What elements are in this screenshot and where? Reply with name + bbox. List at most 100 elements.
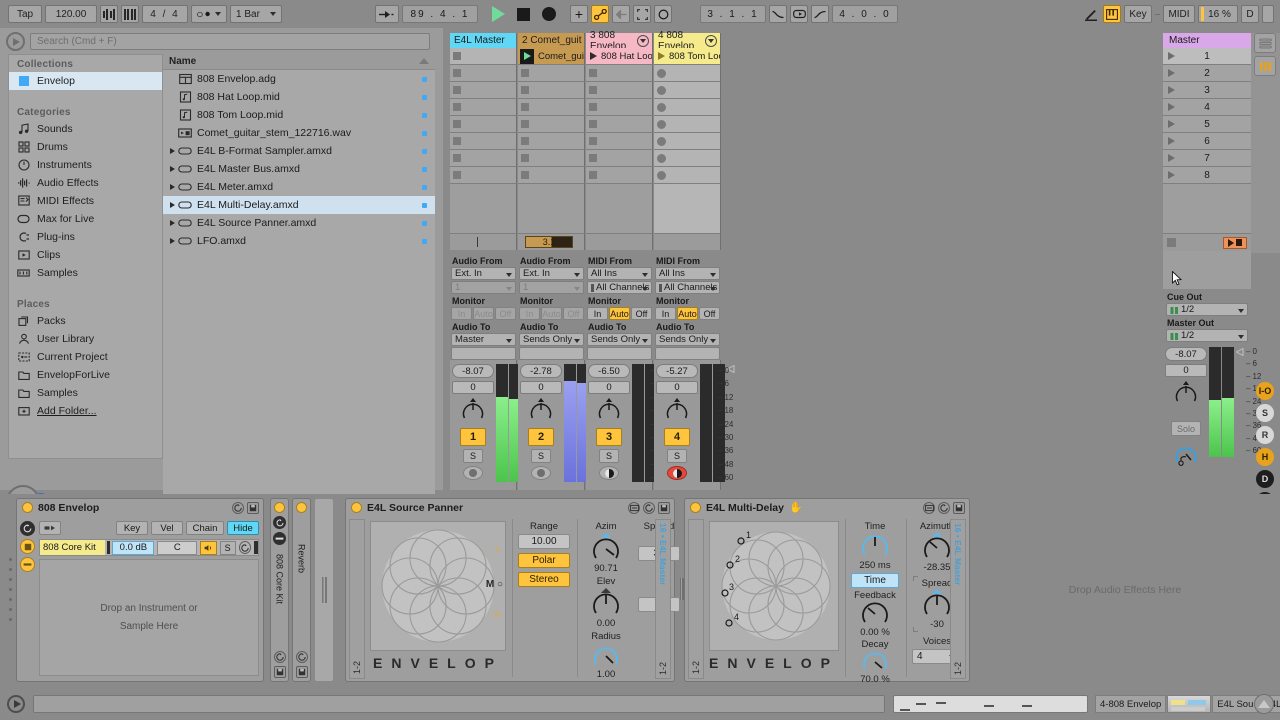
midi-map-button[interactable]: MIDI [1163, 5, 1195, 23]
device-input-routing[interactable]: 1-2 [688, 519, 704, 679]
hot-swap-icon[interactable] [643, 502, 655, 514]
clip-slot[interactable] [586, 150, 653, 167]
status-preview-play-icon[interactable] [7, 695, 25, 713]
scene-play-icon[interactable] [1168, 120, 1175, 128]
follow-arrow-icon[interactable] [375, 5, 399, 23]
sidebar-item-samples[interactable]: Samples [9, 264, 162, 282]
scene-play-icon[interactable] [1168, 171, 1175, 179]
clip-slot[interactable] [586, 116, 653, 133]
stop-clip-icon[interactable] [453, 171, 461, 179]
solo-button[interactable]: S [463, 449, 483, 463]
stop-clip-icon[interactable] [453, 120, 461, 128]
record-clip-icon[interactable] [657, 102, 666, 112]
track-stop-button[interactable] [586, 234, 653, 250]
monitor-in-button[interactable]: In [587, 307, 608, 320]
azim-knob[interactable] [583, 533, 629, 563]
scene-launch[interactable]: 8 [1163, 167, 1251, 184]
clip-slot[interactable] [654, 167, 721, 184]
rack-scroll-area[interactable] [314, 498, 334, 682]
sidebar-item-plugins[interactable]: Plug-ins [9, 228, 162, 246]
volume-display[interactable]: -8.07 [452, 364, 494, 378]
stop-clip-icon[interactable] [521, 103, 529, 111]
delay-toggle-button[interactable]: D [1256, 470, 1274, 488]
arm-button[interactable] [463, 466, 483, 480]
clip-slot[interactable] [450, 116, 517, 133]
save-preset-icon[interactable] [295, 666, 308, 678]
clip-slot[interactable] [518, 167, 585, 184]
expand-triangle-icon[interactable] [167, 148, 177, 154]
scene-launch[interactable]: 4 [1163, 99, 1251, 116]
scene-launch[interactable]: 7 [1163, 150, 1251, 167]
clip-slot[interactable] [654, 150, 721, 167]
pan-knob[interactable] [528, 397, 554, 423]
expand-icon[interactable] [923, 502, 935, 514]
master-pan-display[interactable]: 0 [1165, 364, 1207, 377]
clip-play-button[interactable] [520, 48, 534, 64]
device-title-bar[interactable]: E4L Source Panner [346, 499, 674, 516]
record-clip-icon[interactable] [657, 153, 666, 163]
arm-button[interactable] [667, 466, 687, 480]
stop-clip-icon[interactable] [521, 120, 529, 128]
macro-icon[interactable] [273, 516, 286, 529]
clip-slot[interactable] [586, 82, 653, 99]
clip-slot[interactable] [450, 133, 517, 150]
chain-scroll-handle[interactable] [254, 541, 258, 554]
audio-to-channel-dropdown[interactable] [655, 347, 720, 360]
device-power-led[interactable] [296, 502, 307, 513]
key-map-button[interactable]: Key [1124, 5, 1152, 23]
monitor-auto-button[interactable]: Auto [677, 307, 698, 320]
stop-clip-icon[interactable] [521, 137, 529, 145]
clip-slot[interactable] [450, 48, 517, 65]
feedback-knob[interactable] [851, 601, 899, 627]
clip-slot[interactable] [586, 133, 653, 150]
stop-clip-icon[interactable] [453, 86, 461, 94]
back-to-arrangement-button[interactable] [612, 5, 630, 23]
hot-swap-icon[interactable] [273, 651, 286, 663]
stop-clip-icon[interactable] [453, 52, 461, 60]
track-header[interactable]: 2 Comet_guit [518, 33, 585, 48]
clip-slot[interactable] [586, 99, 653, 116]
clip-play-button[interactable] [658, 52, 665, 60]
loop-toggle-button[interactable] [790, 5, 808, 23]
pan-display[interactable]: 0 [588, 381, 630, 394]
sidebar-item-sounds[interactable]: Sounds [9, 120, 162, 138]
list-item[interactable]: E4L B-Format Sampler.amxd [163, 142, 435, 160]
save-preset-icon[interactable] [953, 502, 965, 514]
record-button[interactable] [542, 7, 556, 21]
computer-midi-keyboard-icon[interactable] [1103, 5, 1121, 23]
scene-launch[interactable]: 5 [1163, 116, 1251, 133]
stop-clip-icon[interactable] [589, 137, 597, 145]
hot-swap-icon[interactable] [938, 502, 950, 514]
clip-slot[interactable]: 808 Hat Loop [586, 48, 653, 65]
stop-clip-icon[interactable] [521, 171, 529, 179]
arrangement-loop-selector-button[interactable] [633, 5, 651, 23]
stop-clip-icon[interactable] [589, 120, 597, 128]
pan-knob[interactable] [460, 397, 486, 423]
audio-from-channel-dropdown[interactable]: 1 [451, 281, 516, 294]
stop-clip-icon[interactable] [453, 69, 461, 77]
pan-knob[interactable] [664, 397, 690, 423]
clip-slot[interactable] [654, 82, 721, 99]
master-out-dropdown[interactable]: 1/2 [1166, 329, 1248, 342]
stereo-toggle[interactable]: Stereo [518, 572, 570, 587]
velocity-zone-button[interactable]: Vel [151, 521, 183, 535]
clip-slot[interactable] [654, 133, 721, 150]
clip-slot[interactable] [518, 65, 585, 82]
chain-strip-reverb[interactable]: Reverb [292, 498, 311, 682]
time-mode-toggle[interactable]: Time [851, 573, 899, 588]
monitor-in-button[interactable]: In [519, 307, 540, 320]
breadcrumb-device-source-panner[interactable]: E4L Sou [1212, 695, 1259, 713]
record-clip-icon[interactable] [657, 68, 666, 78]
track-stop-button[interactable]: 3.1 [518, 234, 585, 250]
metronome-icon[interactable] [100, 5, 118, 23]
stop-clip-icon[interactable] [589, 86, 597, 94]
clip-slot[interactable] [518, 116, 585, 133]
arm-button[interactable] [531, 466, 551, 480]
sidebar-item-midi-effects[interactable]: MIDI Effects [9, 192, 162, 210]
stop-clip-icon[interactable] [453, 137, 461, 145]
device-input-routing[interactable]: 1-2 [349, 519, 365, 679]
save-preset-icon[interactable] [273, 666, 286, 678]
record-clip-icon[interactable] [657, 85, 666, 95]
sends-toggle-button[interactable]: S [1256, 404, 1274, 422]
expand-triangle-icon[interactable] [167, 238, 177, 244]
